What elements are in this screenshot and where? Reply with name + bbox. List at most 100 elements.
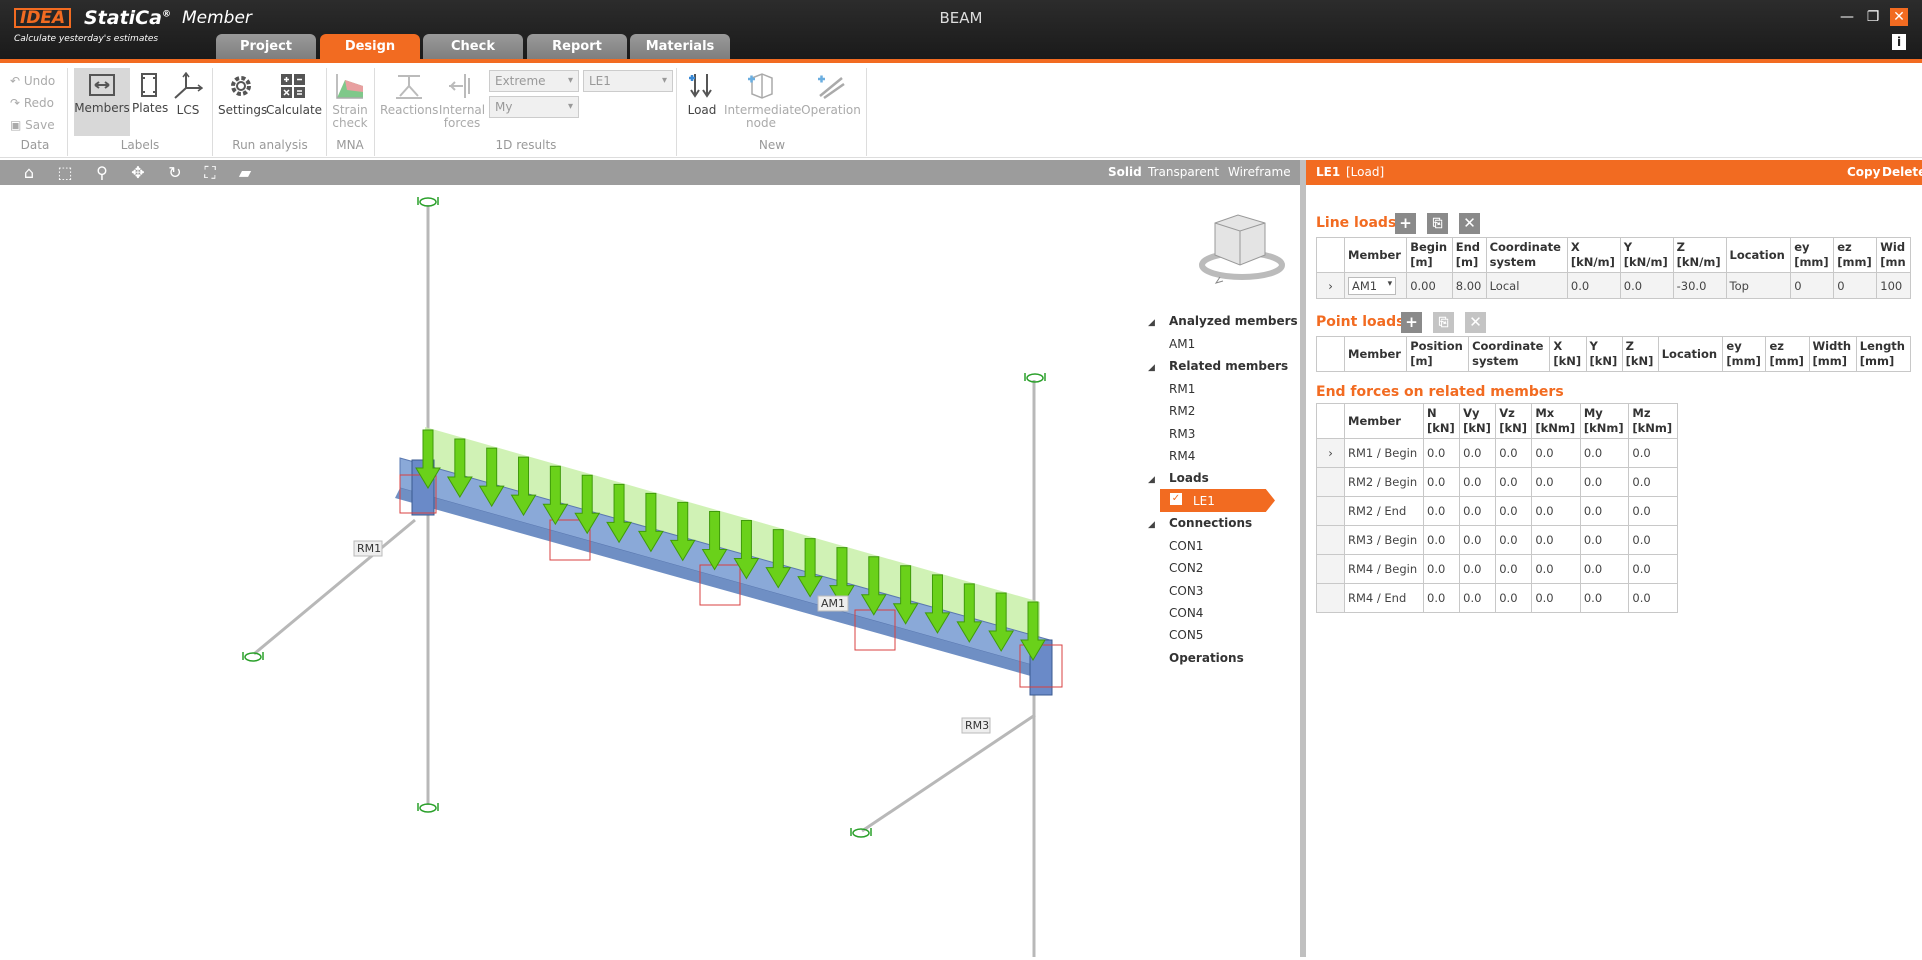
table-cell[interactable]: 100: [1876, 272, 1911, 299]
column-header[interactable]: Location: [1657, 336, 1724, 372]
table-cell[interactable]: RM2 / End: [1343, 496, 1425, 526]
view-mode-solid[interactable]: Solid: [1108, 165, 1142, 179]
row-header-cell[interactable]: [1316, 525, 1345, 555]
table-cell[interactable]: 0.0: [1579, 438, 1630, 468]
column-header[interactable]: Location: [1725, 237, 1792, 273]
rotate-icon[interactable]: ↻: [164, 163, 186, 183]
collapse-arrow-icon[interactable]: ◢: [1148, 475, 1155, 485]
column-header[interactable]: ez [mm]: [1833, 237, 1878, 273]
tab-design[interactable]: Design: [320, 34, 420, 60]
table-cell[interactable]: 0.0: [1495, 496, 1533, 526]
delete-point-load-button[interactable]: ✕: [1465, 312, 1486, 333]
table-cell[interactable]: 0.0: [1628, 496, 1678, 526]
row-header-cell[interactable]: [1316, 554, 1345, 584]
strain-check-button[interactable]: Strain check: [330, 72, 370, 130]
column-header[interactable]: End [m]: [1451, 237, 1487, 273]
table-row[interactable]: › RM1 / Begin 0.0 0.0 0.0 0.0 0.0 0.0: [1316, 438, 1678, 468]
maximize-button[interactable]: ❐: [1864, 8, 1882, 26]
label-rm1[interactable]: RM1: [357, 542, 381, 555]
collapse-arrow-icon[interactable]: ◢: [1148, 520, 1155, 530]
tree-analyzed-members[interactable]: Analyzed members: [1169, 314, 1298, 328]
tab-materials[interactable]: Materials: [630, 34, 730, 60]
tab-project[interactable]: Project: [216, 34, 316, 60]
tree-operations[interactable]: Operations: [1169, 651, 1244, 665]
column-header[interactable]: Member: [1343, 336, 1408, 372]
member-select[interactable]: AM1: [1348, 276, 1397, 295]
column-header[interactable]: Length [mm]: [1855, 336, 1912, 372]
tree-item-con5[interactable]: CON5: [1169, 628, 1203, 642]
column-header[interactable]: Y [kN/m]: [1619, 237, 1674, 273]
plates-label-button[interactable]: Plates: [132, 72, 168, 115]
tab-check[interactable]: Check: [423, 34, 523, 60]
copy-button[interactable]: Copy: [1847, 165, 1880, 179]
label-rm3[interactable]: RM3: [965, 719, 989, 732]
table-cell[interactable]: 0.0: [1459, 583, 1497, 613]
table-cell[interactable]: 0.0: [1495, 583, 1533, 613]
column-header[interactable]: Width [mm]: [1808, 336, 1857, 372]
table-cell[interactable]: 0.0: [1459, 438, 1497, 468]
settings-button[interactable]: Settings: [218, 72, 267, 117]
table-cell[interactable]: 0.0: [1531, 525, 1581, 555]
collapse-arrow-icon[interactable]: ◢: [1148, 363, 1155, 373]
result-component-select[interactable]: My: [489, 96, 579, 118]
table-cell[interactable]: 0.0: [1531, 438, 1581, 468]
table-cell[interactable]: 0.0: [1495, 467, 1533, 497]
member-rm3[interactable]: [861, 713, 1036, 833]
expand-row-icon[interactable]: ›: [1316, 438, 1345, 468]
zoom-extents-icon[interactable]: ⛶: [199, 163, 221, 183]
table-cell[interactable]: RM1 / Begin: [1343, 438, 1425, 468]
collapse-arrow-icon[interactable]: ◢: [1148, 318, 1155, 328]
row-header-cell[interactable]: [1316, 496, 1345, 526]
minimize-button[interactable]: —: [1838, 8, 1856, 26]
table-cell[interactable]: AM1: [1343, 272, 1408, 299]
table-cell[interactable]: 0.0: [1628, 467, 1678, 497]
load-case-select[interactable]: LE1: [583, 70, 673, 92]
tree-item-rm2[interactable]: RM2: [1169, 404, 1195, 418]
table-row[interactable]: RM4 / Begin 0.0 0.0 0.0 0.0 0.0 0.0: [1316, 554, 1678, 584]
tree-related-members[interactable]: Related members: [1169, 359, 1288, 373]
table-cell[interactable]: 8.00: [1451, 272, 1487, 299]
tree-loads[interactable]: Loads: [1169, 471, 1209, 485]
table-cell[interactable]: 0.00: [1406, 272, 1453, 299]
table-cell[interactable]: 0.0: [1423, 467, 1461, 497]
eraser-icon[interactable]: ▰: [234, 163, 256, 183]
tree-item-con2[interactable]: CON2: [1169, 561, 1203, 575]
table-row[interactable]: RM2 / Begin 0.0 0.0 0.0 0.0 0.0 0.0: [1316, 467, 1678, 497]
column-header[interactable]: ey [mm]: [1790, 237, 1835, 273]
view-mode-transparent[interactable]: Transparent: [1148, 165, 1219, 179]
table-cell[interactable]: 0.0: [1579, 496, 1630, 526]
column-header[interactable]: Z [kN/m]: [1672, 237, 1727, 273]
column-header[interactable]: Begin [m]: [1406, 237, 1453, 273]
view-cube-icon[interactable]: [1199, 214, 1285, 284]
table-cell[interactable]: 0.0: [1531, 583, 1581, 613]
delete-button[interactable]: Delete: [1882, 165, 1922, 179]
reactions-button[interactable]: Reactions: [380, 72, 438, 117]
column-header[interactable]: Mz [kNm]: [1628, 403, 1678, 439]
3d-viewport[interactable]: RM1 RM3 AM1: [0, 185, 1300, 957]
info-button[interactable]: i: [1892, 34, 1906, 50]
column-header[interactable]: My [kNm]: [1579, 403, 1630, 439]
column-header[interactable]: Coordinate system: [1485, 237, 1568, 273]
tree-item-con4[interactable]: CON4: [1169, 606, 1203, 620]
table-cell[interactable]: 0.0: [1579, 525, 1630, 555]
tree-item-rm3[interactable]: RM3: [1169, 427, 1195, 441]
table-cell[interactable]: RM3 / Begin: [1343, 525, 1425, 555]
zoom-window-icon[interactable]: ⬚: [54, 163, 76, 183]
table-cell[interactable]: RM4 / End: [1343, 583, 1425, 613]
column-header[interactable]: ez [mm]: [1765, 336, 1810, 372]
row-header-cell[interactable]: [1316, 583, 1345, 613]
column-header[interactable]: ey [mm]: [1722, 336, 1767, 372]
table-cell[interactable]: 0.0: [1459, 554, 1497, 584]
table-cell[interactable]: 0.0: [1495, 438, 1533, 468]
column-header[interactable]: Coordinate system: [1468, 336, 1551, 372]
zoom-icon[interactable]: ⚲: [91, 163, 113, 183]
table-cell[interactable]: 0.0: [1495, 554, 1533, 584]
copy-line-load-button[interactable]: ⎘: [1427, 213, 1448, 234]
expand-row-icon[interactable]: ›: [1316, 272, 1345, 299]
column-header[interactable]: Y [kN]: [1585, 336, 1623, 372]
column-header[interactable]: Mx [kNm]: [1531, 403, 1581, 439]
tree-item-am1[interactable]: AM1: [1169, 337, 1195, 351]
table-cell[interactable]: 0.0: [1566, 272, 1621, 299]
pan-icon[interactable]: ✥: [127, 163, 149, 183]
members-label-button[interactable]: Members: [74, 68, 130, 136]
